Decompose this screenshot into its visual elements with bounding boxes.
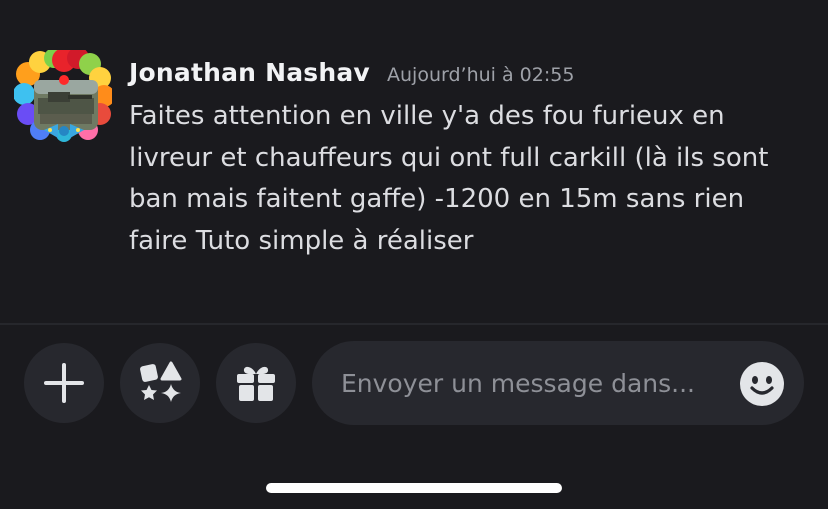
message-content: Faites attention en ville y'a des fou fu… bbox=[129, 101, 769, 256]
gift-button[interactable] bbox=[216, 343, 296, 423]
chat-screen: Jonathan Nashav Aujourd’hui à 02:55 Fait… bbox=[0, 0, 828, 509]
shapes-icon bbox=[140, 361, 182, 402]
home-indicator[interactable] bbox=[266, 483, 562, 493]
apps-button[interactable] bbox=[120, 343, 200, 423]
emoji-icon[interactable] bbox=[739, 361, 785, 407]
add-attachment-button[interactable] bbox=[24, 343, 104, 423]
message-composer[interactable] bbox=[312, 341, 804, 425]
plus-icon bbox=[44, 363, 84, 403]
divider bbox=[0, 323, 828, 325]
message-input[interactable] bbox=[341, 361, 721, 405]
message-timestamp: Aujourd’hui à 02:55 bbox=[387, 64, 575, 86]
gift-icon bbox=[237, 366, 275, 401]
chat-message: Jonathan Nashav Aujourd’hui à 02:55 Fait… bbox=[0, 40, 828, 280]
avatar[interactable] bbox=[14, 50, 112, 142]
message-author[interactable]: Jonathan Nashav bbox=[129, 58, 370, 87]
